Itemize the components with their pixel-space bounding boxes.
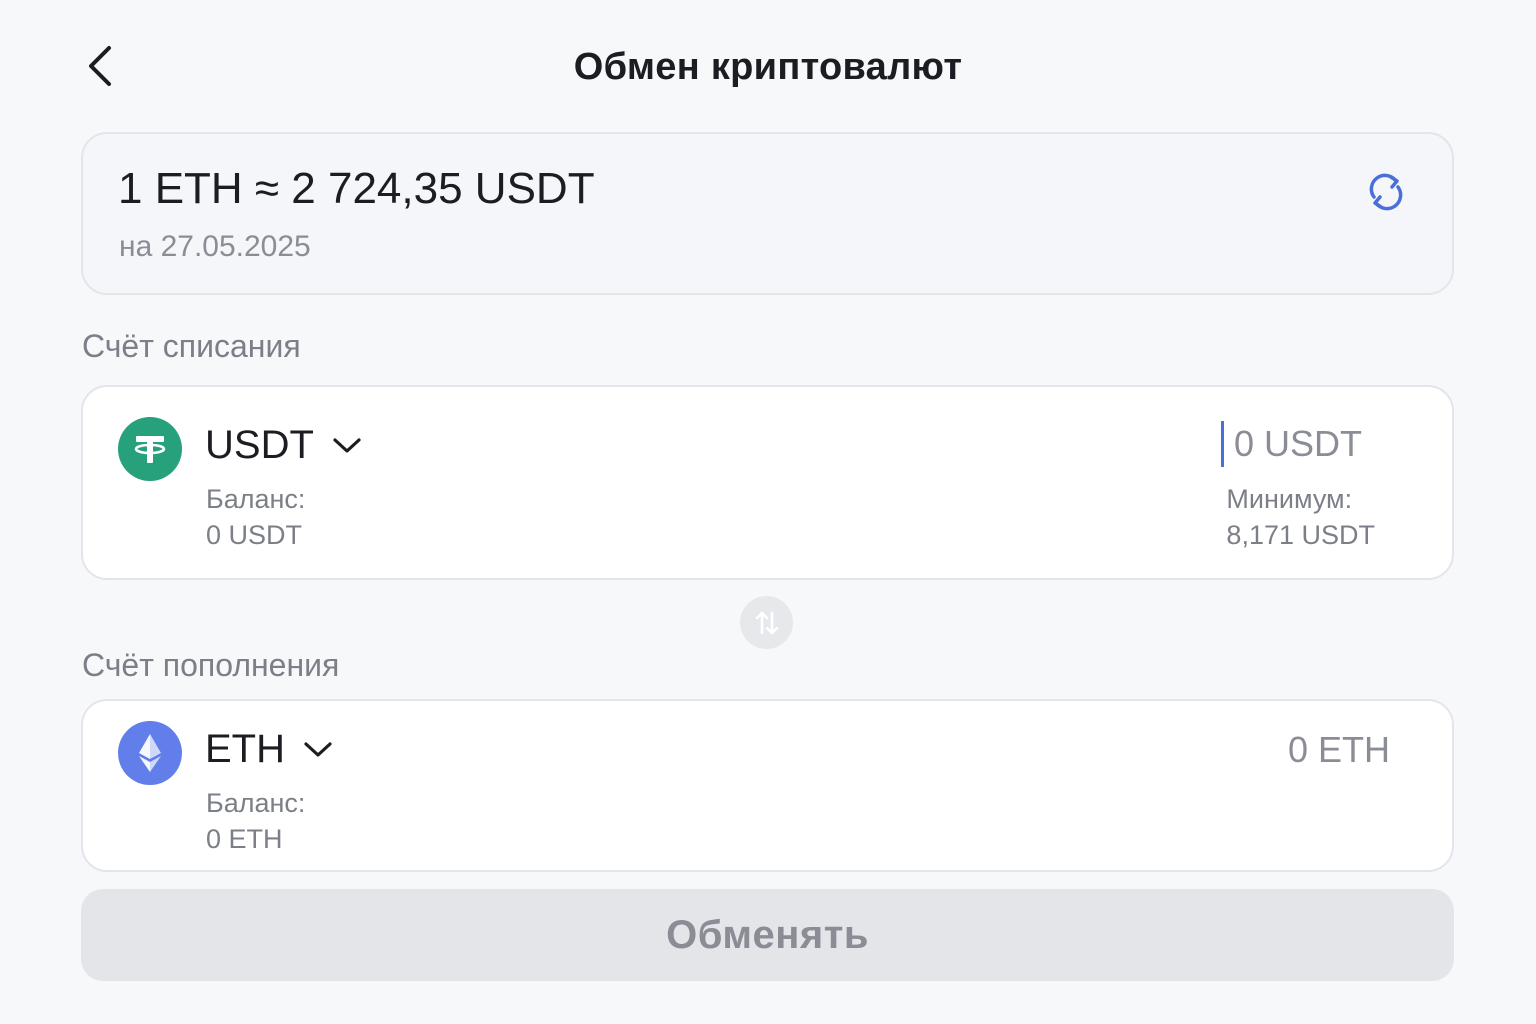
credit-currency-select[interactable]: ETH <box>205 727 333 772</box>
credit-account-label: Счёт пополнения <box>82 647 340 683</box>
credit-account-card: ETH Баланс: 0 ETH 0 ETH <box>81 699 1454 872</box>
refresh-icon <box>1369 173 1403 211</box>
debit-minimum: Минимум: 8,171 USDT <box>1226 481 1375 553</box>
exchange-button[interactable]: Обменять <box>81 889 1454 981</box>
debit-balance: Баланс: 0 USDT <box>206 481 305 553</box>
minimum-label: Минимум: <box>1226 484 1353 514</box>
debit-amount-value: 0 USDT <box>1233 423 1362 464</box>
swap-vertical-icon <box>755 611 778 634</box>
refresh-rate-button[interactable] <box>1364 170 1408 214</box>
exchange-rate-card: 1 ETH ≈ 2 724,35 USDT на 27.05.2025 <box>81 132 1454 295</box>
debit-account-label: Счёт списания <box>82 328 301 364</box>
credit-balance: Баланс: 0 ETH <box>206 785 305 857</box>
chevron-down-icon <box>333 437 361 453</box>
debit-account-card: USDT Баланс: 0 USDT 0 USDT Минимум: 8,17… <box>81 385 1454 580</box>
text-caret <box>1220 421 1224 467</box>
page-title: Обмен криптовалют <box>573 46 963 88</box>
chevron-down-icon <box>304 741 332 757</box>
debit-amount-input[interactable]: 0 USDT <box>1220 421 1362 467</box>
debit-currency-select[interactable]: USDT <box>205 423 362 468</box>
minimum-value: 8,171 USDT <box>1226 520 1375 550</box>
exchange-rate-value: 1 ETH ≈ 2 724,35 USDT <box>118 164 595 213</box>
swap-currencies-button[interactable] <box>740 596 793 649</box>
credit-balance-label: Баланс: <box>206 788 306 818</box>
credit-currency-name: ETH <box>205 727 285 771</box>
exchange-rate-date: на 27.05.2025 <box>119 230 311 263</box>
credit-amount-input[interactable]: 0 ETH <box>1288 729 1390 771</box>
tether-icon <box>118 417 182 481</box>
credit-balance-value: 0 ETH <box>206 824 283 854</box>
exchange-screen: Обмен криптовалют 1 ETH ≈ 2 724,35 USDT … <box>0 0 1536 1024</box>
debit-currency-name: USDT <box>205 423 314 467</box>
ethereum-icon <box>118 721 182 785</box>
debit-balance-value: 0 USDT <box>206 520 303 550</box>
debit-balance-label: Баланс: <box>206 484 306 514</box>
